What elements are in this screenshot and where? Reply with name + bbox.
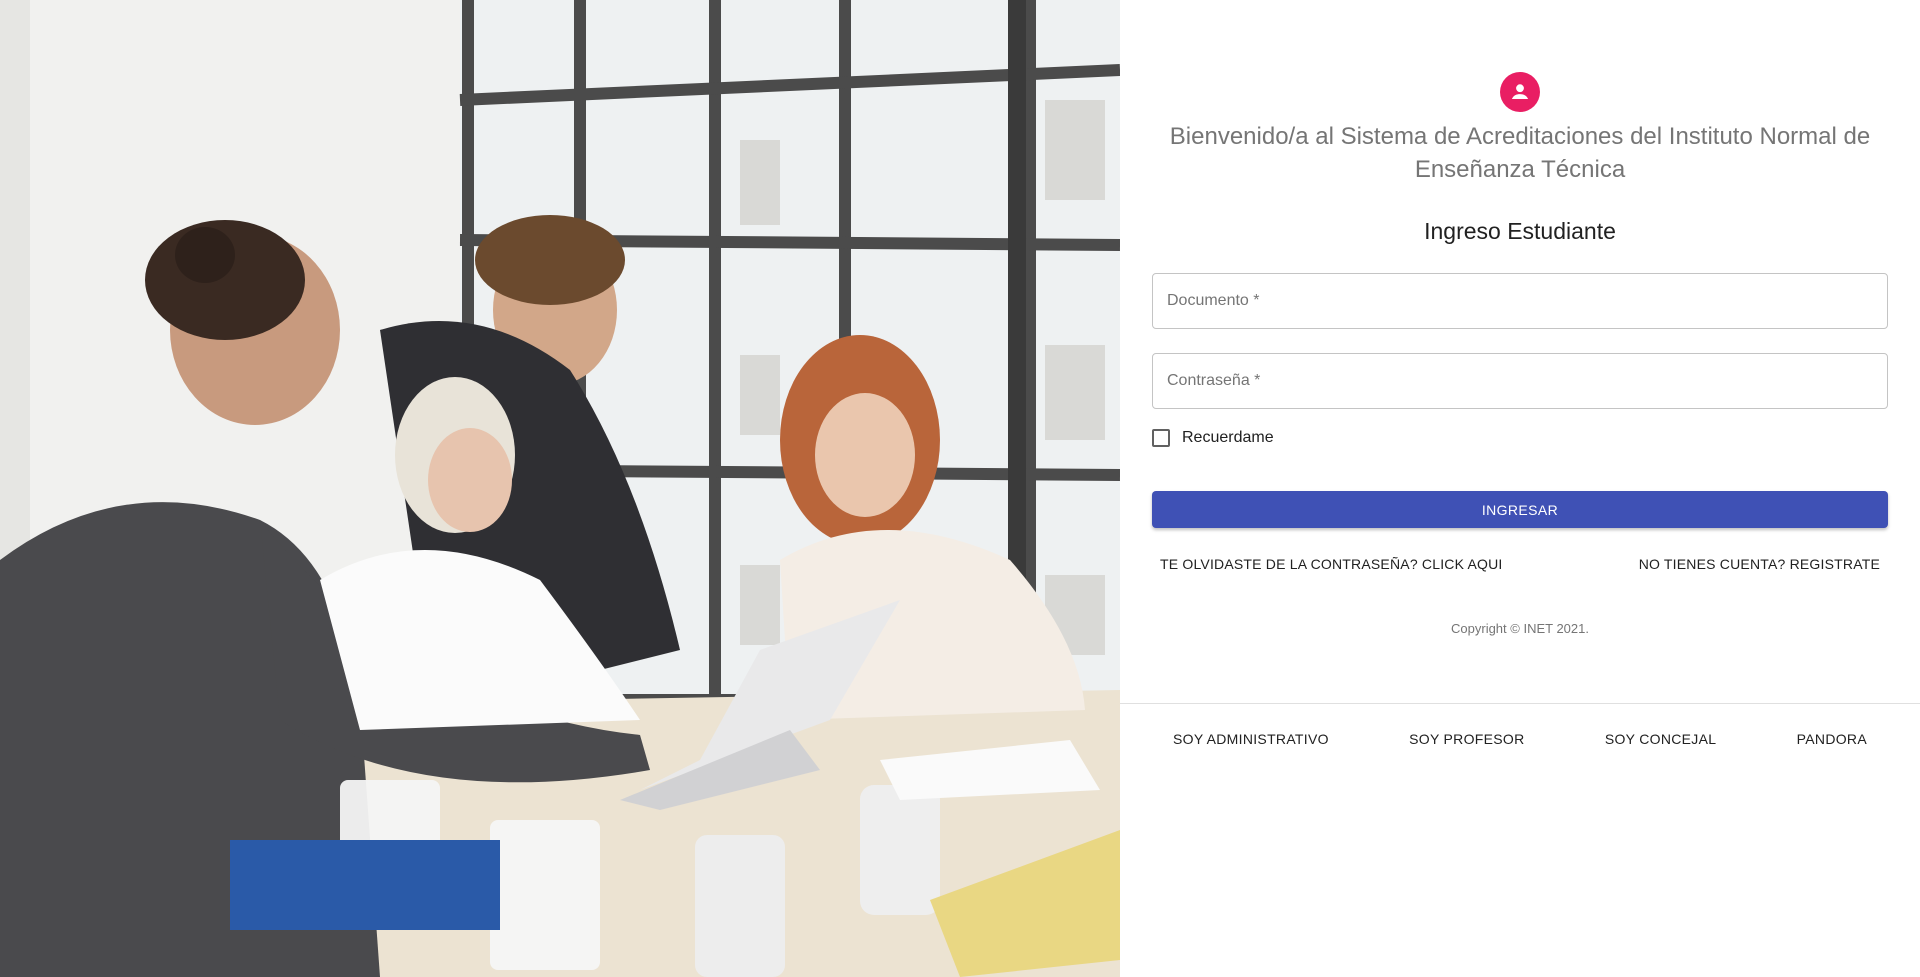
role-concejal-link[interactable]: SOY CONCEJAL (1597, 727, 1725, 751)
role-profesor-link[interactable]: SOY PROFESOR (1401, 727, 1532, 751)
password-input[interactable] (1153, 354, 1887, 408)
remember-me-option[interactable]: Recuerdame (1152, 426, 1274, 450)
register-link[interactable]: NO TIENES CUENTA? REGISTRATE (1631, 552, 1888, 576)
login-submit-button[interactable]: INGRESAR (1152, 491, 1888, 528)
role-navigation: SOY ADMINISTRATIVO SOY PROFESOR SOY CONC… (1165, 727, 1875, 751)
login-title: Ingreso Estudiante (1424, 218, 1616, 244)
forgot-password-link[interactable]: TE OLVIDASTE DE LA CONTRASEÑA? CLICK AQU… (1152, 552, 1510, 576)
welcome-heading: Bienvenido/a al Sistema de Acreditacione… (1169, 123, 1871, 183)
role-pandora-link[interactable]: PANDORA (1789, 727, 1875, 751)
document-input[interactable] (1153, 274, 1887, 328)
login-panel: Bienvenido/a al Sistema de Acreditacione… (1120, 0, 1920, 977)
divider (1120, 703, 1920, 704)
copyright-text: Copyright © INET 2021. (1451, 621, 1589, 636)
role-administrativo-link[interactable]: SOY ADMINISTRATIVO (1165, 727, 1337, 751)
remember-checkbox[interactable] (1152, 429, 1170, 447)
hero-photo (0, 0, 1120, 977)
login-page: Bienvenido/a al Sistema de Acreditacione… (0, 0, 1920, 977)
team-meeting-illustration (0, 0, 1120, 977)
document-field[interactable] (1152, 273, 1888, 329)
account-circle-icon (1500, 72, 1540, 112)
password-field[interactable] (1152, 353, 1888, 409)
remember-label: Recuerdame (1182, 429, 1274, 446)
